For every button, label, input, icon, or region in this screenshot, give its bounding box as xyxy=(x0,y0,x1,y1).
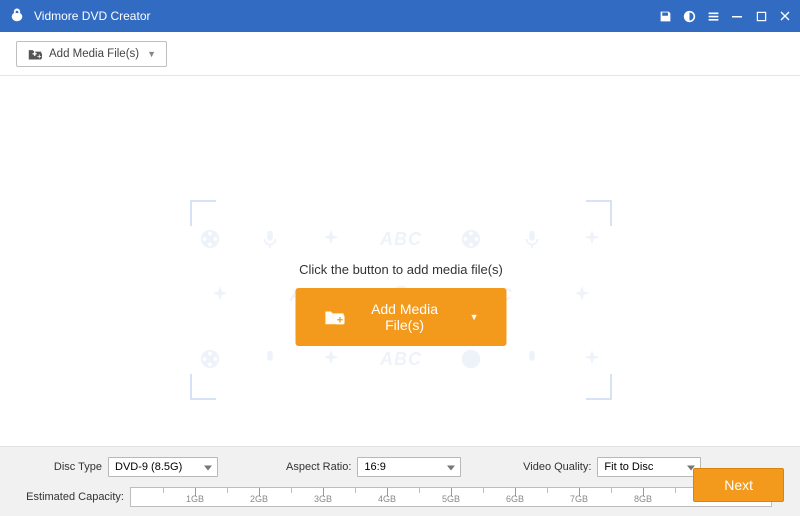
aspect-ratio-label: Aspect Ratio: xyxy=(286,461,351,473)
film-reel-icon xyxy=(199,348,221,370)
ruler-minor-tick xyxy=(675,488,676,493)
microphone-icon xyxy=(521,228,543,250)
dropzone[interactable]: ABC ABC ABC ABC Click t xyxy=(190,200,612,400)
sparkle-icon xyxy=(581,348,603,370)
add-media-button-top-label: Add Media File(s) xyxy=(49,48,139,60)
microphone-icon xyxy=(259,228,281,250)
film-reel-icon xyxy=(199,228,221,250)
ruler-tick-label: 5GB xyxy=(442,494,460,504)
close-button[interactable] xyxy=(778,9,792,23)
ruler-minor-tick xyxy=(227,488,228,493)
estimated-capacity-label: Estimated Capacity: xyxy=(16,491,124,503)
settings-row: Disc Type DVD-9 (8.5G) Aspect Ratio: 16:… xyxy=(16,457,784,477)
aspect-ratio-select[interactable]: 16:9 xyxy=(357,457,461,477)
add-file-icon xyxy=(324,307,344,327)
capacity-ruler: 1GB2GB3GB4GB5GB6GB7GB8GB9GB xyxy=(130,487,772,507)
chevron-down-icon: ▼ xyxy=(470,312,479,322)
ruler-tick-label: 2GB xyxy=(250,494,268,504)
maximize-button[interactable] xyxy=(754,9,768,23)
video-quality-select-input[interactable]: Fit to Disc xyxy=(597,457,701,477)
app-logo-icon xyxy=(8,7,26,25)
titlebar: Vidmore DVD Creator xyxy=(0,0,800,32)
add-file-icon xyxy=(27,47,43,61)
video-quality-select[interactable]: Fit to Disc xyxy=(597,457,701,477)
menu-icon[interactable] xyxy=(706,9,720,23)
microphone-icon xyxy=(259,348,281,370)
disc-type-select[interactable]: DVD-9 (8.5G) xyxy=(108,457,218,477)
sparkle-icon xyxy=(320,228,342,250)
ruler-minor-tick xyxy=(419,488,420,493)
sparkle-icon xyxy=(571,284,593,306)
ruler-minor-tick xyxy=(163,488,164,493)
next-button[interactable]: Next xyxy=(693,468,784,502)
ruler-tick-label: 8GB xyxy=(634,494,652,504)
ruler-minor-tick xyxy=(291,488,292,493)
aspect-ratio-select-input[interactable]: 16:9 xyxy=(357,457,461,477)
add-media-button-top[interactable]: Add Media File(s) ▼ xyxy=(16,41,167,67)
theme-icon[interactable] xyxy=(682,9,696,23)
dropzone-corner xyxy=(190,200,216,226)
film-reel-icon xyxy=(460,348,482,370)
bottom-panel: Disc Type DVD-9 (8.5G) Aspect Ratio: 16:… xyxy=(0,446,800,516)
toolbar: Add Media File(s) ▼ xyxy=(0,32,800,76)
ruler-minor-tick xyxy=(547,488,548,493)
film-reel-icon xyxy=(460,228,482,250)
window-buttons xyxy=(658,9,792,23)
sparkle-icon xyxy=(320,348,342,370)
capacity-row: Estimated Capacity: 1GB 2GB 3GB 4GB 5GB 6GB 7G… xyxy=(16,487,784,507)
dropzone-corner xyxy=(586,200,612,226)
save-icon[interactable] xyxy=(658,9,672,23)
ruler-minor-tick xyxy=(483,488,484,493)
ruler-tick-label: 6GB xyxy=(506,494,524,504)
ruler-tick-label: 7GB xyxy=(570,494,588,504)
sparkle-icon xyxy=(581,228,603,250)
ruler-tick-label: 1GB xyxy=(186,494,204,504)
disc-type-select-input[interactable]: DVD-9 (8.5G) xyxy=(108,457,218,477)
dropzone-hint: Click the button to add media file(s) xyxy=(190,262,612,277)
chevron-down-icon: ▼ xyxy=(147,49,156,59)
minimize-button[interactable] xyxy=(730,9,744,23)
add-media-button-main-label: Add Media File(s) xyxy=(356,301,454,333)
dropzone-corner xyxy=(190,374,216,400)
microphone-icon xyxy=(521,348,543,370)
main-area: ABC ABC ABC ABC Click t xyxy=(0,76,800,446)
dropzone-corner xyxy=(586,374,612,400)
video-quality-label: Video Quality: xyxy=(517,461,591,473)
ruler-minor-tick xyxy=(611,488,612,493)
add-media-button-main[interactable]: Add Media File(s) ▼ xyxy=(296,288,507,346)
ruler-minor-tick xyxy=(355,488,356,493)
app-title: Vidmore DVD Creator xyxy=(34,9,658,23)
ruler-tick-label: 3GB xyxy=(314,494,332,504)
ruler-tick-label: 4GB xyxy=(378,494,396,504)
sparkle-icon xyxy=(209,284,231,306)
disc-type-label: Disc Type xyxy=(16,461,102,473)
